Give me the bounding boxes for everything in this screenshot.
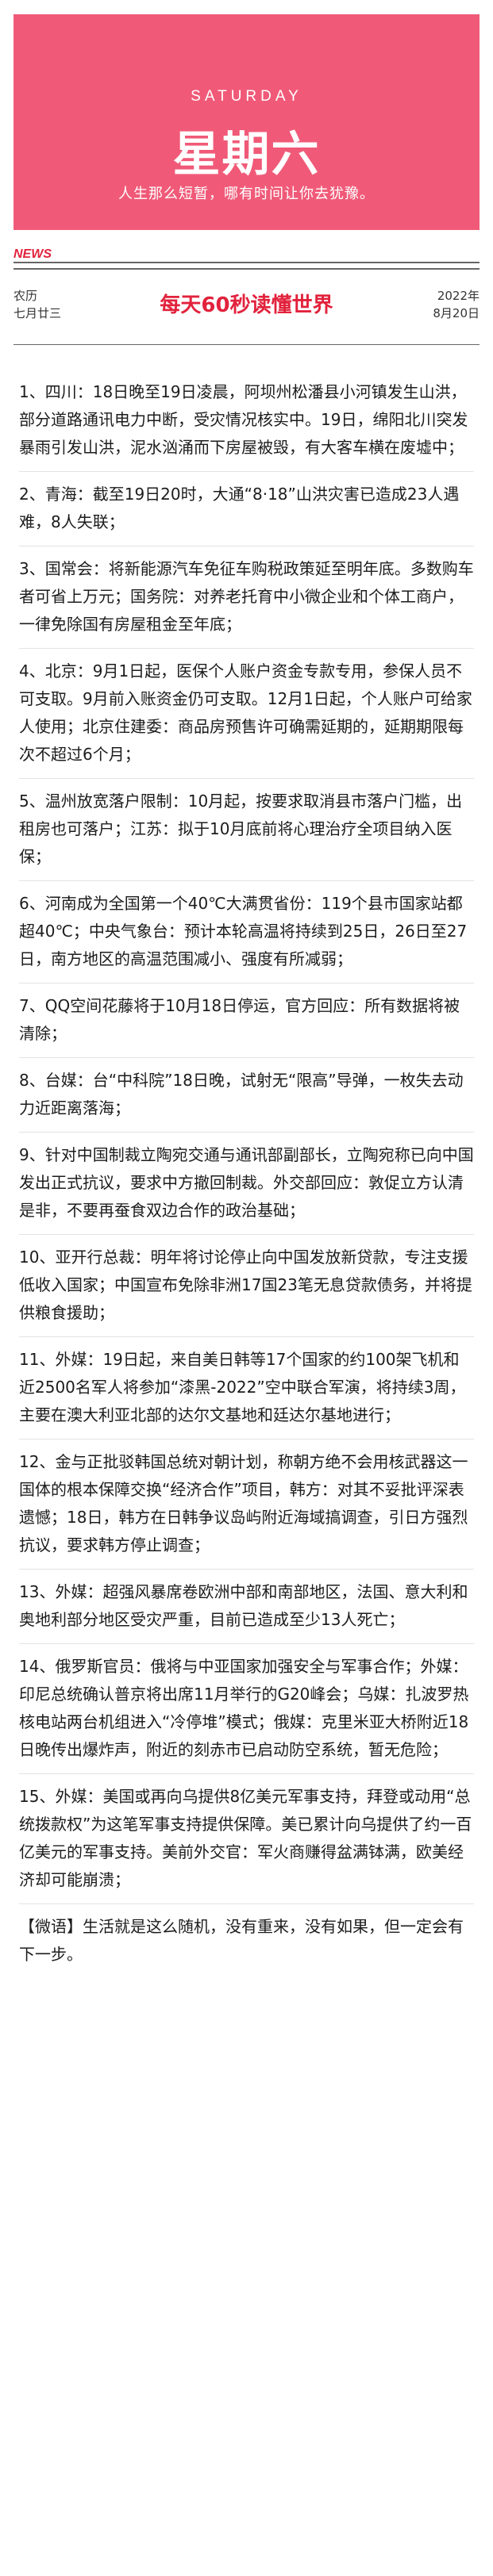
news-tag: NEWS bbox=[13, 247, 58, 262]
news-item: 13、外媒：超强风暴席卷欧洲中部和南部地区，法国、意大利和奥地利部分地区受灾严重… bbox=[19, 1570, 474, 1644]
news-item: 5、温州放宽落户限制：10月起，按要求取消县市落户门槛，出租房也可落户；江苏：拟… bbox=[19, 779, 474, 881]
news-item: 6、河南成为全国第一个40℃大满贯省份：119个县市国家站都超40℃；中央气象台… bbox=[19, 881, 474, 983]
page-title: 每天60秒读懂世界 bbox=[160, 293, 333, 317]
news-item: 14、俄罗斯官员：俄将与中亚国家加强安全与军事合作；外媒：印尼总统确认普京将出席… bbox=[19, 1644, 474, 1774]
news-item: 12、金与正批驳韩国总统对朝计划，称朝方绝不会用核武器这一国体的根本保障交换“经… bbox=[19, 1439, 474, 1570]
news-item: 1、四川：18日晚至19日凌晨，阿坝州松潘县小河镇发生山洪，部分道路通讯电力中断… bbox=[19, 370, 474, 472]
header-slogan: 人生那么短暂，哪有时间让你去犹豫。 bbox=[118, 186, 375, 202]
news-item: 4、北京：9月1日起，医保个人账户资金专款专用，参保人员不可支取。9月前入账资金… bbox=[19, 649, 474, 779]
news-item: 11、外媒：19日起，来自美日韩等17个国家的约100架飞机和近2500名军人将… bbox=[19, 1337, 474, 1439]
news-item: 2、青海：截至19日20时，大通“8·18”山洪灾害已造成23人遇难，8人失联； bbox=[19, 472, 474, 546]
date-block: 2022年 8月20日 bbox=[433, 287, 480, 322]
masthead: NEWS 农历 七月廿三 每天60秒读懂世界 2022年 8月20日 bbox=[13, 243, 480, 351]
news-item: 15、外媒：美国或再向乌提供8亿美元军事支持，拜登或动用“总统拨款权”为这笔军事… bbox=[19, 1774, 474, 1904]
weekday-english: SATURDAY bbox=[191, 88, 302, 105]
daily-quote: 【微语】生活就是这么随机，没有重来，没有如果，但一定会有下一步。 bbox=[19, 1917, 464, 1964]
masthead-rule-top bbox=[13, 262, 480, 263]
news-item: 7、QQ空间花藤将于10月18日停运，官方回应：所有数据将被清除； bbox=[19, 983, 474, 1058]
masthead-rule-double bbox=[13, 268, 480, 270]
weekday-chinese: 星期六 bbox=[172, 127, 321, 182]
news-item: 10、亚开行总裁：明年将讨论停止向中国发放新贷款，专注支援低收入国家；中国宣布免… bbox=[19, 1235, 474, 1337]
date-day: 8月20日 bbox=[433, 306, 480, 320]
masthead-rule-bottom bbox=[13, 344, 480, 345]
news-item: 9、针对中国制裁立陶宛交通与通讯部副部长，立陶宛称已向中国发出正式抗议，要求中方… bbox=[19, 1133, 474, 1235]
header-banner: SATURDAY 星期六 人生那么短暂，哪有时间让你去犹豫。 bbox=[13, 14, 480, 230]
news-item: 3、国常会：将新能源汽车免征车购税政策延至明年底。多数购车者可省上万元；国务院：… bbox=[19, 546, 474, 649]
news-item: 8、台媒：台“中科院”18日晚，试射无“限高”导弹，一枚失去动力近距离落海； bbox=[19, 1058, 474, 1133]
date-year: 2022年 bbox=[437, 289, 480, 303]
news-list: 1、四川：18日晚至19日凌晨，阿坝州松潘县小河镇发生山洪，部分道路通讯电力中断… bbox=[0, 370, 493, 1978]
